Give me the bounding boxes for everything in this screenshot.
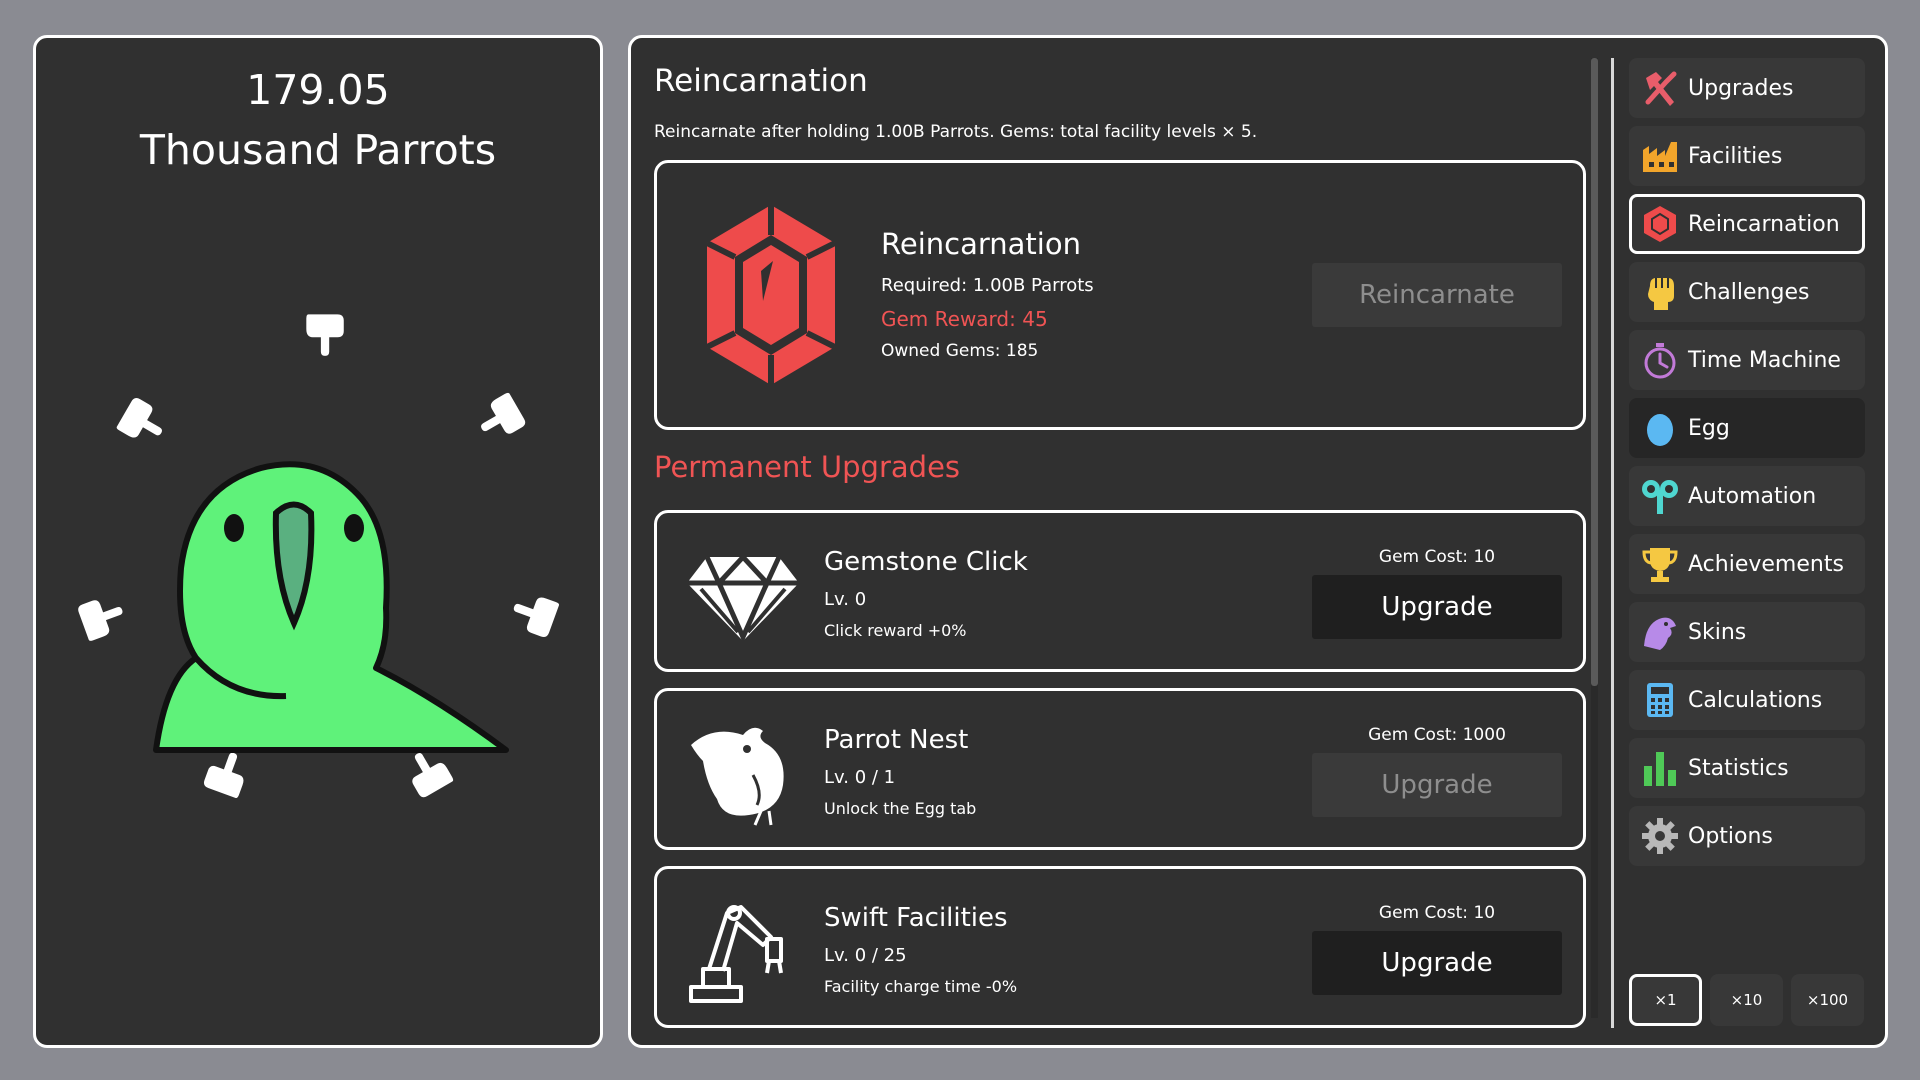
- upgrade-button[interactable]: Upgrade: [1312, 753, 1562, 817]
- tab-label: Calculations: [1688, 687, 1823, 713]
- parrot-clicker[interactable]: [136, 428, 556, 768]
- pointing-hand-icon: [78, 600, 123, 641]
- tab-skins[interactable]: Skins: [1629, 602, 1865, 662]
- tab-label: Skins: [1688, 619, 1747, 645]
- reincarnation-required: Required: 1.00B Parrots: [881, 275, 1094, 296]
- upgrade-cost: Gem Cost: 10: [1378, 903, 1496, 923]
- factory-icon: [1643, 142, 1677, 172]
- trophy-icon: [1642, 548, 1678, 582]
- tab-label: Egg: [1688, 415, 1730, 441]
- permanent-upgrades-title: Permanent Upgrades: [654, 450, 961, 484]
- upgrade-name: Parrot Nest: [824, 725, 969, 755]
- robot-arm-icon: [689, 905, 783, 1003]
- tab-options[interactable]: Options: [1629, 806, 1865, 866]
- upgrade-card-swift-facilities: Swift Facilities Lv. 0 / 25 Facility cha…: [654, 866, 1586, 1028]
- bird-icon: [691, 727, 784, 826]
- egg-icon: [1647, 414, 1673, 446]
- pointing-hand-icon: [306, 314, 344, 356]
- reincarnate-button[interactable]: Reincarnate: [1312, 263, 1562, 327]
- upgrade-description: Click reward +0%: [824, 621, 967, 640]
- parrot-count-unit: Thousand Parrots: [139, 126, 497, 174]
- tab-label: Automation: [1688, 483, 1817, 509]
- reincarnation-card: Reincarnation Required: 1.00B Parrots Ge…: [654, 160, 1586, 430]
- tab-label: Reincarnation: [1688, 211, 1840, 237]
- upgrade-cost: Gem Cost: 1000: [1368, 725, 1506, 745]
- scrollbar-thumb[interactable]: [1591, 58, 1598, 686]
- tab-label: Statistics: [1688, 755, 1789, 781]
- bird-head-icon: [1644, 617, 1676, 650]
- tab-label: Upgrades: [1688, 75, 1794, 101]
- tab-nav: Upgrades Facilities Reincarnation Challe…: [1629, 58, 1865, 874]
- tab-automation[interactable]: Automation: [1629, 466, 1865, 526]
- upgrade-card-gemstone-click: Gemstone Click Lv. 0 Click reward +0% Ge…: [654, 510, 1586, 672]
- multiplier-x10-button[interactable]: ×10: [1710, 974, 1783, 1026]
- reincarnation-content: Reincarnation Reincarnate after holding …: [631, 38, 1596, 1045]
- red-gem-icon: [705, 205, 837, 385]
- upgrade-level: Lv. 0 / 25: [824, 945, 907, 966]
- parrot-count: 179.05: [246, 66, 390, 114]
- tab-challenges[interactable]: Challenges: [1629, 262, 1865, 322]
- tab-label: Options: [1688, 823, 1773, 849]
- tab-upgrades[interactable]: Upgrades: [1629, 58, 1865, 118]
- calculator-icon: [1647, 683, 1673, 717]
- gem-reward: Gem Reward: 45: [881, 307, 1048, 331]
- main-panel: Reincarnation Reincarnate after holding …: [628, 35, 1888, 1048]
- multiplier-x100-button[interactable]: ×100: [1791, 974, 1864, 1026]
- upgrade-name: Gemstone Click: [824, 547, 1028, 577]
- tab-label: Achievements: [1688, 551, 1844, 577]
- upgrade-level: Lv. 0 / 1: [824, 767, 896, 788]
- upgrade-button[interactable]: Upgrade: [1312, 931, 1562, 995]
- wind-up-key-icon: [1642, 480, 1678, 514]
- section-title: Reincarnation: [654, 63, 868, 99]
- upgrade-card-parrot-nest: Parrot Nest Lv. 0 / 1 Unlock the Egg tab…: [654, 688, 1586, 850]
- hammer-icon: [1645, 71, 1677, 106]
- gear-icon: [1642, 818, 1678, 854]
- tab-egg[interactable]: Egg: [1629, 398, 1865, 458]
- upgrade-button[interactable]: Upgrade: [1312, 575, 1562, 639]
- tab-label: Facilities: [1688, 143, 1783, 169]
- tab-calculations[interactable]: Calculations: [1629, 670, 1865, 730]
- reincarnation-card-title: Reincarnation: [881, 227, 1081, 261]
- tab-reincarnation[interactable]: Reincarnation: [1629, 194, 1865, 254]
- bar-chart-icon: [1644, 752, 1676, 786]
- section-description: Reincarnate after holding 1.00B Parrots.…: [654, 122, 1258, 142]
- stopwatch-icon: [1644, 343, 1676, 379]
- upgrade-name: Swift Facilities: [824, 903, 1008, 933]
- upgrade-cost: Gem Cost: 10: [1378, 547, 1496, 567]
- tab-facilities[interactable]: Facilities: [1629, 126, 1865, 186]
- tab-time-machine[interactable]: Time Machine: [1629, 330, 1865, 390]
- clicker-panel: 179.05 Thousand Parrots: [33, 35, 603, 1048]
- multiplier-x1-button[interactable]: ×1: [1629, 974, 1702, 1026]
- tab-statistics[interactable]: Statistics: [1629, 738, 1865, 798]
- fist-icon: [1648, 278, 1674, 310]
- owned-gems: Owned Gems: 185: [881, 341, 1039, 361]
- tab-label: Challenges: [1688, 279, 1810, 305]
- upgrade-description: Facility charge time -0%: [824, 977, 1018, 996]
- upgrade-level: Lv. 0: [824, 589, 867, 610]
- tab-achievements[interactable]: Achievements: [1629, 534, 1865, 594]
- upgrade-description: Unlock the Egg tab: [824, 799, 977, 818]
- diamond-icon: [687, 553, 799, 644]
- nav-divider: [1611, 58, 1614, 1028]
- gem-icon: [1644, 206, 1676, 242]
- tab-label: Time Machine: [1688, 347, 1841, 373]
